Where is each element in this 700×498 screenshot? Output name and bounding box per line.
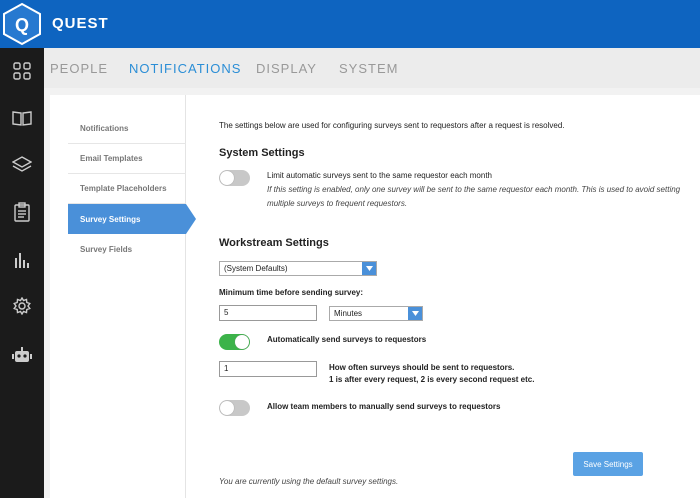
intro-text: The settings below are used for configur… — [219, 121, 565, 130]
toggle-knob — [220, 171, 234, 185]
subnav-survey-fields[interactable]: Survey Fields — [68, 234, 186, 264]
auto-send-label: Automatically send surveys to requestors — [267, 335, 427, 344]
dashboard-icon[interactable] — [0, 56, 44, 86]
app-title: QUEST — [52, 15, 109, 32]
toggle-knob — [235, 335, 249, 349]
workstream-settings-heading: Workstream Settings — [219, 237, 329, 249]
tab-notifications[interactable]: NOTIFICATIONS — [129, 61, 241, 76]
quest-logo[interactable]: Q — [0, 0, 44, 48]
limit-surveys-help: If this setting is enabled, only one sur… — [267, 185, 681, 208]
manual-send-label: Allow team members to manually send surv… — [267, 402, 501, 411]
subnav-notifications[interactable]: Notifications — [68, 114, 186, 144]
limit-surveys-toggle[interactable] — [219, 170, 250, 186]
save-settings-button[interactable]: Save Settings — [573, 452, 643, 476]
toggle-knob — [220, 401, 234, 415]
tabs-bar: PEOPLE NOTIFICATIONS DISPLAY SYSTEM — [44, 48, 700, 88]
workstream-select-value: (System Defaults) — [224, 264, 288, 273]
book-icon[interactable] — [0, 103, 44, 133]
frequency-input[interactable]: 1 — [219, 361, 317, 377]
layers-icon[interactable] — [0, 150, 44, 180]
chevron-down-icon — [408, 307, 422, 320]
clipboard-icon[interactable] — [0, 197, 44, 227]
time-unit-value: Minutes — [334, 309, 363, 318]
time-unit-select[interactable]: Minutes — [329, 306, 423, 321]
robot-icon[interactable] — [0, 340, 44, 370]
subnav-survey-settings[interactable]: Survey Settings — [68, 204, 196, 234]
frequency-help-2: 1 is after every request, 2 is every sec… — [329, 375, 535, 384]
sidebar — [0, 48, 44, 498]
min-time-label: Minimum time before sending survey: — [219, 288, 364, 297]
tab-people[interactable]: PEOPLE — [50, 61, 108, 76]
limit-surveys-label: Limit automatic surveys sent to the same… — [267, 171, 492, 180]
subnav-email-templates[interactable]: Email Templates — [68, 144, 186, 174]
content-panel: Notifications Email Templates Template P… — [50, 95, 700, 498]
tab-system[interactable]: SYSTEM — [339, 61, 398, 76]
manual-send-toggle[interactable] — [219, 400, 250, 416]
workstream-select[interactable]: (System Defaults) — [219, 261, 377, 276]
gear-icon[interactable] — [0, 291, 44, 321]
min-time-input[interactable]: 5 — [219, 305, 317, 321]
system-settings-heading: System Settings — [219, 147, 305, 159]
chevron-down-icon — [362, 262, 376, 275]
hexagon-logo-icon: Q — [3, 2, 41, 46]
tab-display[interactable]: DISPLAY — [256, 61, 317, 76]
default-settings-note: You are currently using the default surv… — [219, 477, 399, 486]
frequency-help-1: How often surveys should be sent to requ… — [329, 363, 515, 372]
logo-letter: Q — [15, 15, 29, 35]
settings-subnav: Notifications Email Templates Template P… — [50, 95, 196, 498]
bar-chart-icon[interactable] — [0, 244, 44, 274]
auto-send-toggle[interactable] — [219, 334, 250, 350]
subnav-template-placeholders[interactable]: Template Placeholders — [68, 174, 186, 204]
